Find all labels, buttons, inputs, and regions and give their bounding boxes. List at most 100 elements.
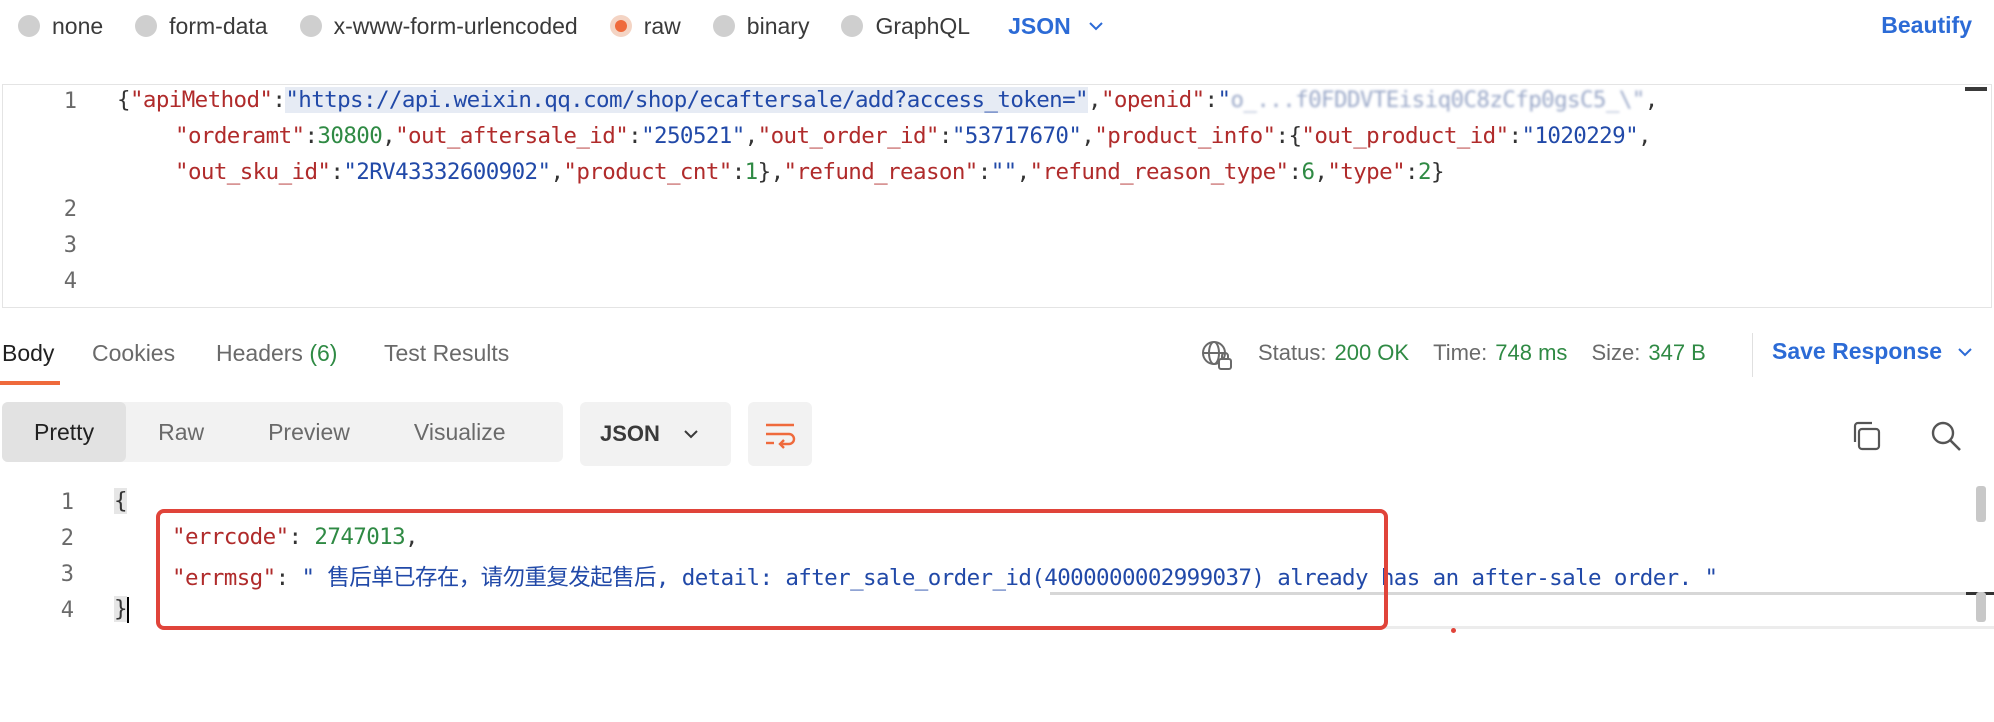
radio-form-data[interactable]: form-data [135,13,268,40]
radio-raw[interactable]: raw [609,12,681,40]
radio-dot-selected [609,15,632,37]
json-comma: , [1638,123,1652,149]
search-icon[interactable] [1928,418,1964,454]
time-label: Time: [1433,340,1488,365]
save-response-label: Save Response [1772,338,1943,364]
radio-graphql[interactable]: GraphQL [841,13,970,40]
line-number: 4 [63,269,77,294]
line-number: 3 [63,233,77,258]
obscured-openid: o_...f0FDDVTEisiq0C8zCfp0gsC5_\" [1230,87,1645,113]
scrollbar-thumb[interactable] [1976,486,1986,522]
view-pretty-button[interactable]: Pretty [2,402,127,462]
line-number: 1 [63,89,77,114]
json-colon: : [731,159,746,185]
json-string: " [1217,87,1231,113]
json-number: 30800 [317,123,383,149]
line-number: 3 [60,562,74,587]
tab-body[interactable]: Body [2,340,54,367]
json-key: "apiMethod" [129,87,273,113]
beautify-link[interactable]: Beautify [1881,12,1972,39]
radio-x-www-form-urlencoded[interactable]: x-www-form-urlencoded [299,12,578,40]
json-colon: : [628,123,642,149]
copy-icon[interactable] [1848,418,1884,454]
tab-test-results[interactable]: Test Results [384,340,509,367]
radio-dot [135,15,158,37]
json-comma: , [550,159,564,185]
request-body-editor[interactable]: 1 {"apiMethod":"https://api.weixin.qq.co… [2,84,1992,308]
radio-binary[interactable]: binary [712,12,810,40]
radio-dot [299,15,322,37]
chevron-down-icon [684,430,698,439]
json-key: "out_product_id" [1301,123,1509,149]
error-highlight-box [156,509,1388,630]
globe-lock-icon[interactable] [1200,338,1234,372]
json-brace: { [114,488,128,514]
radio-none[interactable]: none [18,13,103,40]
json-colon: : [977,159,992,185]
radio-label: x-www-form-urlencoded [333,12,578,39]
body-type-bar: none form-data x-www-form-urlencoded raw… [0,0,1994,52]
json-key: "product_info" [1094,123,1276,149]
json-colon: : [1204,87,1219,113]
raw-language-select[interactable]: JSON [1008,13,1105,40]
json-key: "refund_reason_type" [1029,159,1290,185]
json-number: 1 [744,159,759,185]
json-colon: : [938,123,953,149]
raw-language-label: JSON [1008,12,1071,39]
radio-dot [841,15,864,37]
json-comma: , [1016,159,1031,185]
json-key: "product_cnt" [563,159,732,185]
view-raw-button[interactable]: Raw [126,402,236,462]
json-comma: , [1088,87,1102,113]
json-comma: , [1644,87,1659,113]
annotation-dot [1451,628,1456,633]
json-key: "orderamt" [175,123,305,149]
response-line-4: } [114,596,129,623]
json-comma: , [382,123,396,149]
code-line-1: {"apiMethod":"https://api.weixin.qq.com/… [117,87,1658,113]
text-cursor [126,596,129,623]
json-colon: : [1508,123,1523,149]
view-preview-button[interactable]: Preview [236,402,382,462]
json-number: 2 [1417,159,1432,185]
json-number: 6 [1301,159,1315,185]
size-label: Size: [1591,340,1641,365]
line-number: 2 [60,526,74,551]
time-value[interactable]: 748 ms [1495,340,1567,366]
json-key: "type" [1327,159,1406,185]
divider [1752,333,1753,377]
json-colon: : [330,159,344,185]
wrap-lines-button[interactable] [748,402,812,466]
json-string: "2RV43332600902" [343,159,551,185]
line-number: 4 [60,598,74,623]
tab-headers[interactable]: Headers (6) [216,340,337,367]
view-visualize-button[interactable]: Visualize [382,402,538,462]
radio-dot [18,15,40,37]
json-comma: , [744,123,759,149]
response-format-label: JSON [600,421,660,446]
status-value[interactable]: 200 OK [1334,340,1409,366]
response-line-1: { [114,488,128,514]
radio-label: raw [643,12,681,39]
code-line-1-wrap-2: "out_sku_id":"2RV43332600902","product_c… [175,159,1444,185]
json-colon: : [1288,159,1302,185]
radio-label: binary [746,12,810,39]
json-colon: : [304,123,318,149]
tab-cookies[interactable]: Cookies [92,340,175,367]
status-label: Status: [1258,340,1327,365]
json-colon: : [272,87,286,113]
json-colon: :{ [1275,123,1303,149]
response-format-select[interactable]: JSON [580,402,731,466]
json-string: "1020229" [1521,123,1639,149]
radio-label: none [52,12,104,39]
save-response-button[interactable]: Save Response [1772,338,1974,365]
editor-scrollbar[interactable] [1965,87,1987,91]
response-scrollbar[interactable] [1976,486,1988,622]
size-value[interactable]: 347 B [1648,340,1706,366]
json-key: "out_sku_id" [175,159,331,185]
json-comma: , [1081,123,1095,149]
scrollbar-thumb[interactable] [1976,592,1986,622]
json-string: "53717670" [951,123,1082,149]
json-brace: } [1430,159,1445,185]
code-line-1-wrap-1: "orderamt":30800,"out_aftersale_id":"250… [175,123,1652,149]
